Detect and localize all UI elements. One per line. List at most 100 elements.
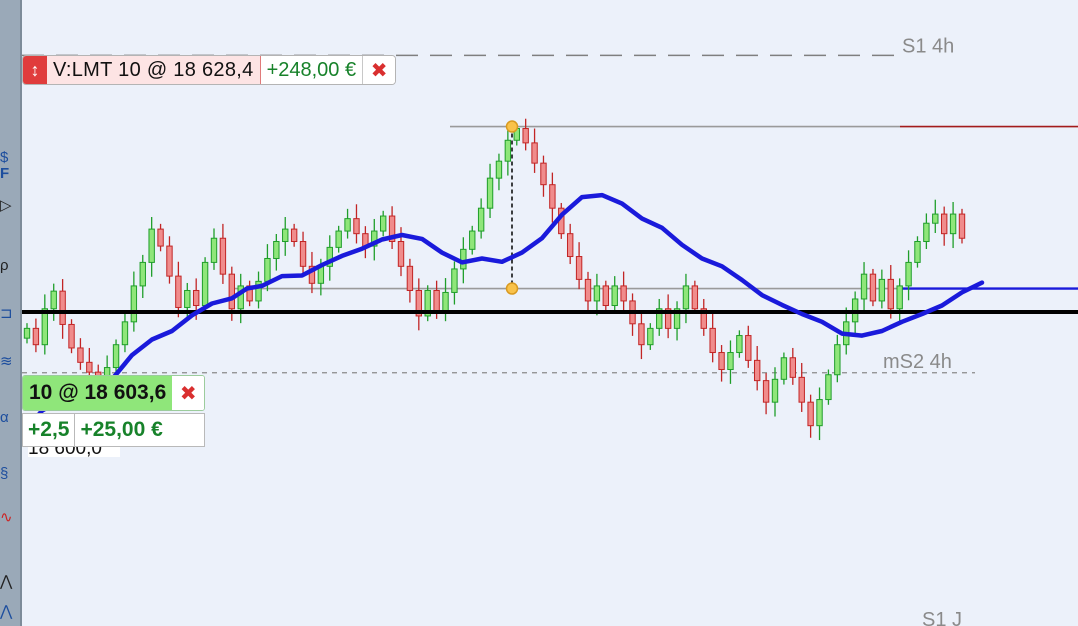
- candle-down: [192, 289, 200, 307]
- toolbar-peak-icon-2[interactable]: ⋀: [0, 604, 20, 620]
- candle-up: [860, 273, 868, 300]
- candle-down: [762, 380, 770, 403]
- candle-down: [718, 352, 725, 371]
- candle-down: [299, 241, 307, 267]
- toolbar-rho-icon[interactable]: ρ: [0, 258, 20, 274]
- candle-up: [486, 177, 494, 209]
- candle-up: [112, 344, 120, 369]
- candle-up: [184, 289, 191, 308]
- candle-up: [148, 228, 155, 263]
- candle-down: [709, 327, 716, 354]
- candle-down: [59, 290, 66, 325]
- candle-down: [753, 359, 761, 382]
- toolbar-wave-icon[interactable]: ≋: [0, 354, 20, 370]
- sell-order-handle: [505, 120, 519, 133]
- order-pnl: +248,00 €: [260, 56, 364, 84]
- candle-down: [549, 184, 556, 209]
- candle-down: [406, 265, 414, 291]
- toolbar-f-icon[interactable]: F: [0, 166, 20, 182]
- candle-down: [433, 289, 440, 312]
- candle-up: [264, 257, 271, 282]
- candle-up: [914, 241, 921, 263]
- candle-up: [201, 261, 209, 307]
- candle-up: [139, 261, 146, 287]
- position-qty-price: 10 @ 18 603,6: [23, 376, 173, 410]
- candle-down: [807, 401, 814, 427]
- candle-up: [344, 218, 351, 232]
- candle-down: [638, 323, 645, 346]
- candle-down: [584, 278, 592, 302]
- candle-up: [41, 308, 49, 346]
- candle-down: [789, 357, 797, 378]
- candle-down: [566, 233, 574, 258]
- order-description: V:LMT 10 @ 18 628,4: [47, 56, 261, 84]
- level-label-s1-4h: S1 4h: [902, 35, 954, 57]
- candle-up: [442, 291, 449, 312]
- candle-up: [816, 399, 823, 427]
- candle-up: [335, 230, 342, 248]
- price-chart[interactable]: S1 4h mS2 4h S1 J: [0, 0, 1078, 626]
- candle-up: [477, 207, 485, 232]
- candle-up: [210, 237, 218, 263]
- candle-up: [825, 374, 832, 401]
- toolbar-peak-icon[interactable]: ⋀: [0, 574, 20, 590]
- toolbar-dollar-icon[interactable]: $: [0, 150, 20, 166]
- drag-order-icon[interactable]: ↕: [23, 56, 47, 84]
- candle-down: [166, 245, 173, 277]
- candle-down: [540, 162, 547, 186]
- cancel-order-button[interactable]: ✖: [363, 56, 396, 84]
- candle-down: [175, 275, 182, 308]
- candle-up: [647, 327, 654, 346]
- candle-up: [736, 335, 743, 354]
- candle-down: [869, 273, 877, 302]
- candle-down: [887, 278, 894, 310]
- candle-up: [878, 278, 886, 302]
- candle-down: [290, 228, 298, 243]
- position-handle: [505, 282, 519, 295]
- candle-down: [157, 228, 164, 247]
- position-label[interactable]: 10 @ 18 603,6 ✖ +2,5 +25,00 €: [22, 375, 206, 447]
- candle-down: [798, 376, 805, 403]
- candle-up: [273, 241, 280, 259]
- candle-up: [495, 160, 503, 179]
- candle-up: [905, 261, 912, 287]
- candle-down: [958, 213, 966, 239]
- sell-limit-order-label[interactable]: ↕ V:LMT 10 @ 18 628,4 +248,00 € ✖: [22, 55, 397, 85]
- candle-down: [940, 213, 948, 235]
- toolbar-play-icon[interactable]: ▷: [0, 198, 20, 214]
- candle-up: [923, 222, 930, 243]
- candle-up: [771, 378, 779, 403]
- candle-up: [50, 290, 57, 310]
- candle-up: [379, 215, 387, 232]
- candle-down: [397, 241, 405, 267]
- candle-down: [68, 323, 75, 349]
- candle-down: [353, 218, 360, 235]
- candle-up: [932, 213, 939, 224]
- candle-down: [86, 361, 93, 373]
- position-points: +2,5: [23, 414, 76, 446]
- candle-up: [682, 285, 690, 310]
- candle-up: [949, 213, 957, 235]
- candle-down: [32, 327, 40, 346]
- position-amount: +25,00 €: [80, 418, 163, 441]
- toolbar-bracket-icon[interactable]: ⊐: [0, 306, 20, 322]
- candle-down: [77, 347, 84, 363]
- toolbar-section-icon[interactable]: §: [0, 466, 20, 482]
- toolbar-alpha-icon[interactable]: α: [0, 410, 20, 426]
- left-toolbar[interactable]: $ F ▷ ρ ⊐ ≋ α § ∿ ⋀ ⋀: [0, 0, 22, 626]
- candle-up: [460, 248, 467, 270]
- candle-up: [469, 230, 476, 250]
- candle-down: [531, 142, 538, 164]
- candle-up: [130, 285, 138, 323]
- candle-down: [219, 237, 227, 275]
- candle-down: [620, 285, 627, 302]
- close-position-button[interactable]: ✖: [172, 376, 205, 410]
- toolbar-curve-icon[interactable]: ∿: [0, 510, 20, 526]
- candle-up: [121, 321, 129, 346]
- candle-up: [504, 139, 512, 162]
- candle-up: [780, 357, 788, 380]
- level-label-s1-j: S1 J: [922, 609, 962, 626]
- candle-down: [602, 285, 610, 307]
- candle-down: [575, 256, 583, 280]
- candle-up: [611, 285, 618, 307]
